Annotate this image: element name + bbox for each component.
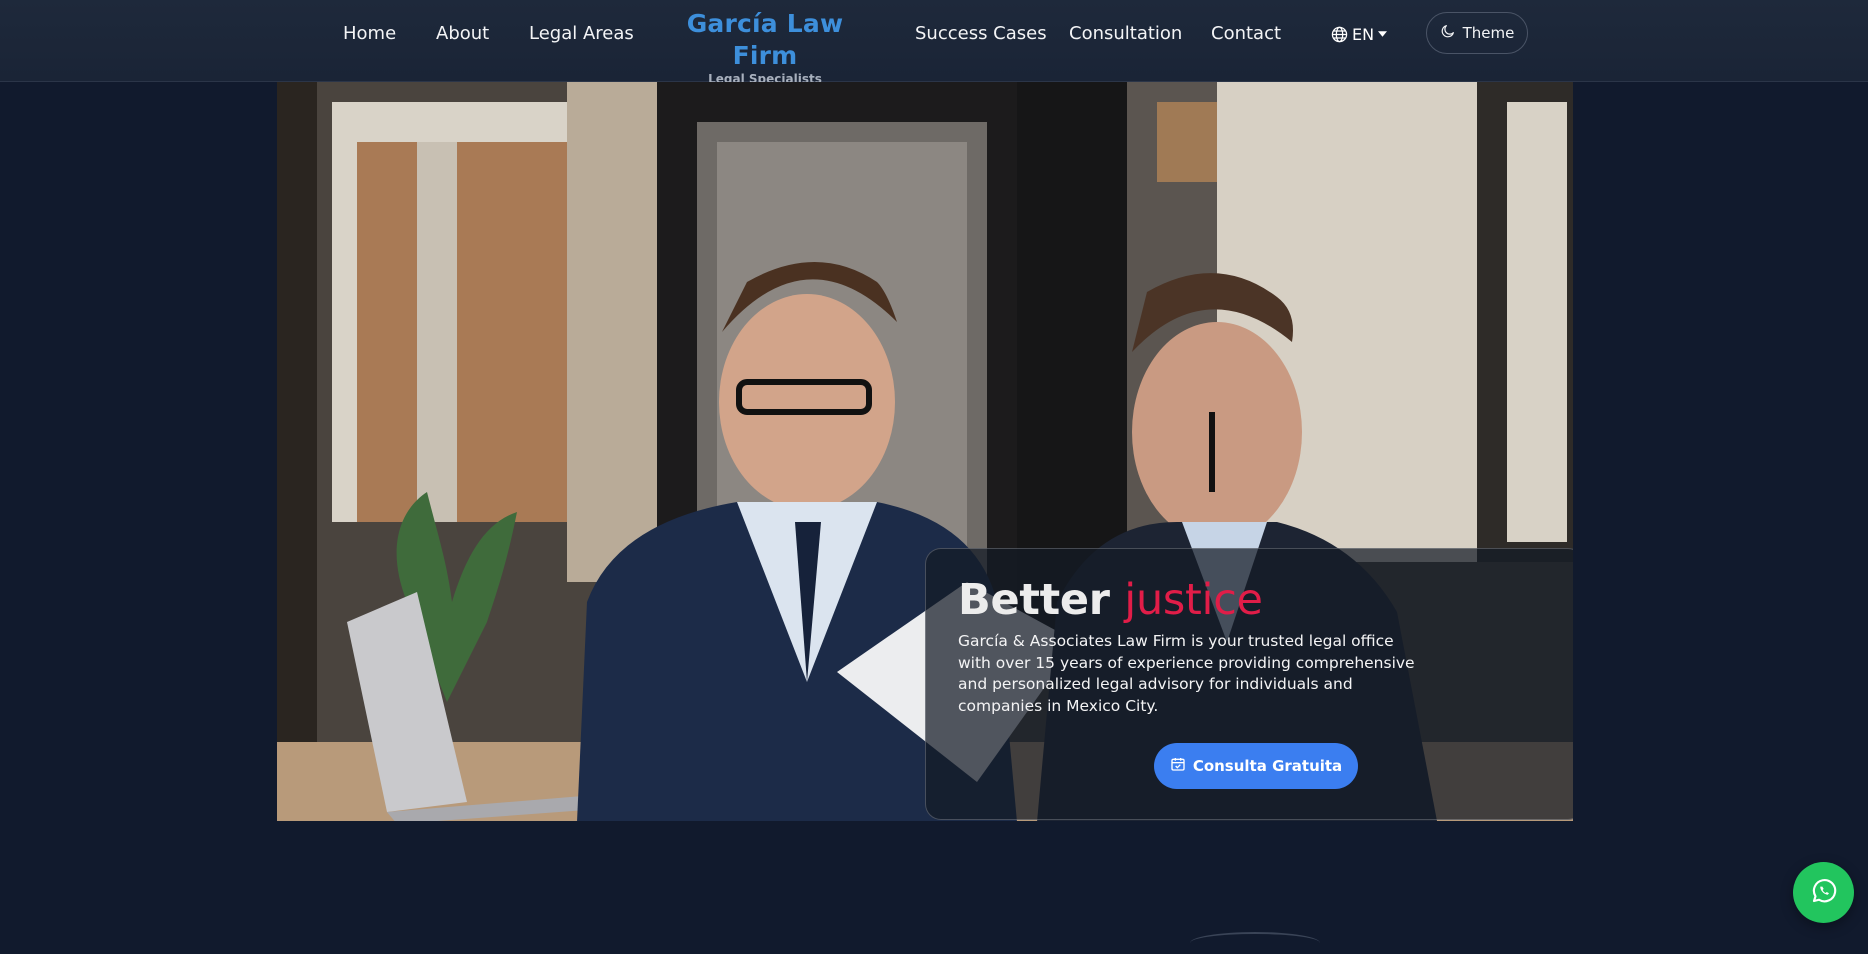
whatsapp-floating-button[interactable]: [1793, 862, 1854, 923]
theme-toggle-button[interactable]: Theme: [1426, 12, 1528, 54]
nav-link-legal-areas[interactable]: Legal Areas: [529, 22, 634, 46]
cta-label: Consulta Gratuita: [1192, 757, 1343, 775]
hero-title-highlight: justice: [1124, 575, 1263, 625]
nav-link-about[interactable]: About: [436, 22, 489, 46]
hero-text-card: Better justice García & Associates Law F…: [925, 548, 1573, 820]
globe-icon: [1331, 26, 1348, 43]
nav-link-contact[interactable]: Contact: [1211, 22, 1281, 46]
language-selector[interactable]: EN: [1331, 22, 1388, 46]
top-navbar: Home About Legal Areas García Law Firm L…: [0, 0, 1868, 86]
calendar-check-icon: [1170, 756, 1186, 776]
language-label: EN: [1352, 24, 1375, 44]
brand-logo[interactable]: García Law Firm Legal Specialists: [668, 8, 862, 86]
moon-icon: [1440, 23, 1456, 43]
hero-title-part1: Better: [958, 575, 1110, 625]
whatsapp-icon: [1809, 876, 1839, 910]
brand-title: García Law Firm: [686, 9, 844, 70]
free-consultation-button[interactable]: Consulta Gratuita: [1154, 743, 1358, 789]
hero-description: García & Associates Law Firm is your tru…: [958, 632, 1415, 715]
hero-title: Better justice: [958, 575, 1553, 625]
hero-section: Better justice García & Associates Law F…: [277, 82, 1573, 821]
section-divider-arc: [1190, 932, 1320, 954]
nav-link-consultation[interactable]: Consultation: [1069, 22, 1182, 46]
nav-link-success-cases[interactable]: Success Cases: [915, 22, 1047, 46]
chevron-down-icon: [1378, 31, 1388, 37]
nav-link-home[interactable]: Home: [343, 22, 396, 46]
theme-label: Theme: [1462, 24, 1515, 42]
